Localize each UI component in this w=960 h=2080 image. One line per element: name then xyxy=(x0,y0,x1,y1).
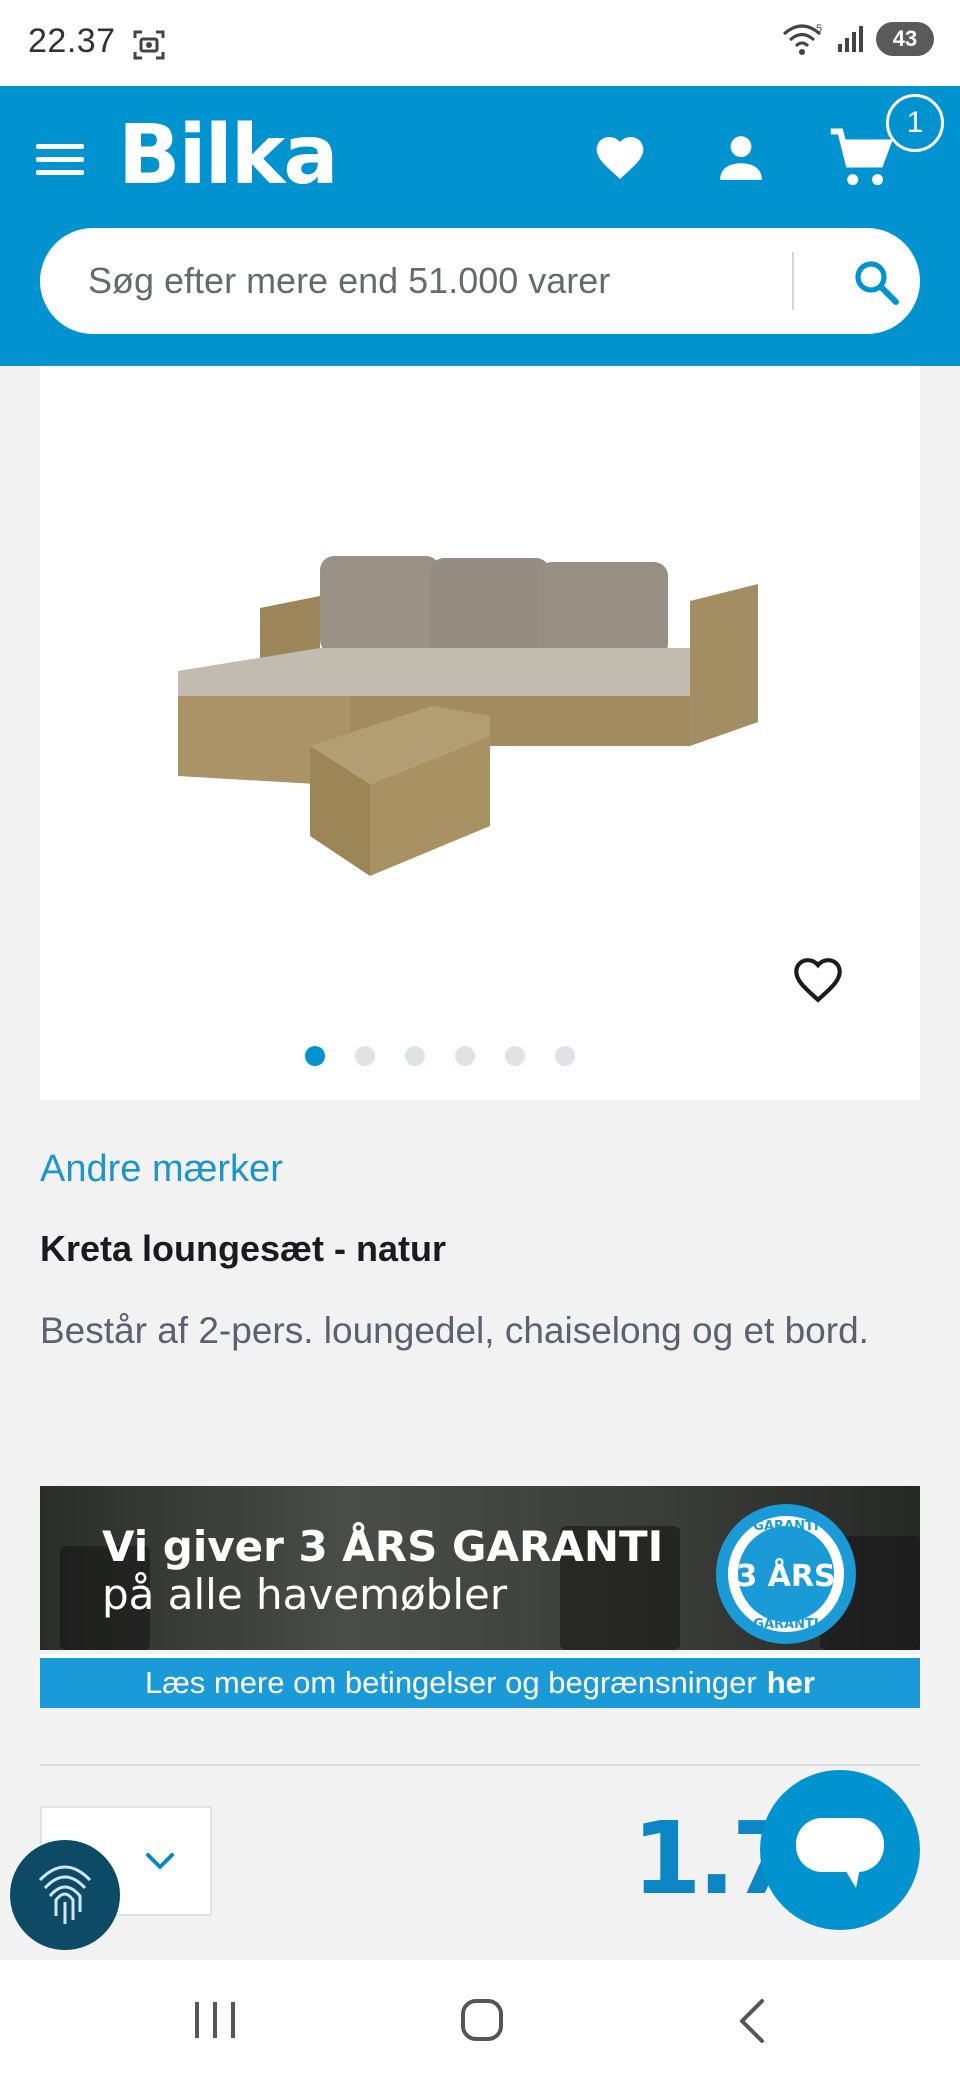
warranty-seal-icon: GARANTI 3 ÅRS GARANTI xyxy=(716,1504,856,1644)
warranty-subheadline: på alle havemøbler xyxy=(102,1570,508,1619)
back-icon[interactable] xyxy=(736,1998,766,2044)
heart-icon[interactable] xyxy=(592,130,648,186)
search-icon[interactable] xyxy=(852,258,900,306)
menu-icon[interactable] xyxy=(36,140,84,180)
status-bar: 22.37 5 43 xyxy=(0,0,960,86)
status-time: 22.37 xyxy=(28,22,116,60)
product-title: Kreta loungesæt - natur xyxy=(40,1228,447,1269)
section-divider xyxy=(40,1764,920,1766)
seal-bottom-text: GARANTI xyxy=(753,1617,818,1632)
image-pagination xyxy=(40,1046,920,1066)
chat-icon xyxy=(796,1818,884,1888)
warranty-terms-here[interactable]: her xyxy=(767,1665,815,1701)
pagination-dot-active[interactable] xyxy=(305,1046,325,1066)
wifi-icon: 5 xyxy=(783,23,822,55)
recents-icon[interactable] xyxy=(192,2000,238,2040)
warranty-banner[interactable]: Vi giver 3 ÅRS GARANTI på alle havemøble… xyxy=(40,1486,920,1708)
pagination-dot[interactable] xyxy=(405,1046,425,1066)
product-description: Består af 2-pers. loungedel, chaiselong … xyxy=(40,1310,869,1351)
heart-outline-icon[interactable] xyxy=(790,952,846,1008)
warranty-terms-link[interactable]: Læs mere om betingelser og begrænsninger… xyxy=(40,1654,920,1708)
network-label: 5 xyxy=(816,23,822,35)
screen-record-icon xyxy=(133,30,165,60)
search-divider xyxy=(792,252,794,310)
product-brand-link[interactable]: Andre mærker xyxy=(40,1148,283,1191)
home-icon[interactable] xyxy=(460,1998,504,2042)
system-navigation-bar xyxy=(0,1960,960,2080)
cart-icon[interactable] xyxy=(828,126,894,192)
battery-indicator: 43 xyxy=(876,22,934,56)
pagination-dot[interactable] xyxy=(455,1046,475,1066)
user-icon[interactable] xyxy=(716,132,766,182)
site-header: Bilka 1 Søg efter mere end 51.000 varer xyxy=(0,86,960,366)
pagination-dot[interactable] xyxy=(505,1046,525,1066)
fingerprint-button[interactable] xyxy=(10,1840,120,1950)
product-image-gallery[interactable] xyxy=(40,366,920,1100)
warranty-headline: Vi giver 3 ÅRS GARANTI xyxy=(102,1522,664,1571)
cart-count-badge[interactable]: 1 xyxy=(886,94,944,152)
pagination-dot[interactable] xyxy=(355,1046,375,1066)
chevron-down-icon[interactable] xyxy=(142,1846,178,1876)
seal-center-text: 3 ÅRS xyxy=(736,1557,835,1594)
search-input[interactable]: Søg efter mere end 51.000 varer xyxy=(88,260,610,302)
warranty-terms-text: Læs mere om betingelser og begrænsninger xyxy=(145,1665,757,1700)
pagination-dot[interactable] xyxy=(555,1046,575,1066)
product-image[interactable] xyxy=(170,536,830,876)
search-bar[interactable]: Søg efter mere end 51.000 varer xyxy=(40,228,920,334)
signal-icon xyxy=(838,26,863,52)
warranty-banner-image[interactable]: Vi giver 3 ÅRS GARANTI på alle havemøble… xyxy=(40,1486,920,1650)
fingerprint-icon xyxy=(38,1865,92,1924)
status-indicators: 5 43 xyxy=(782,22,934,56)
bilka-logo[interactable]: Bilka xyxy=(118,108,339,203)
seal-top-text: GARANTI xyxy=(753,1519,818,1534)
chat-button[interactable] xyxy=(760,1770,920,1930)
